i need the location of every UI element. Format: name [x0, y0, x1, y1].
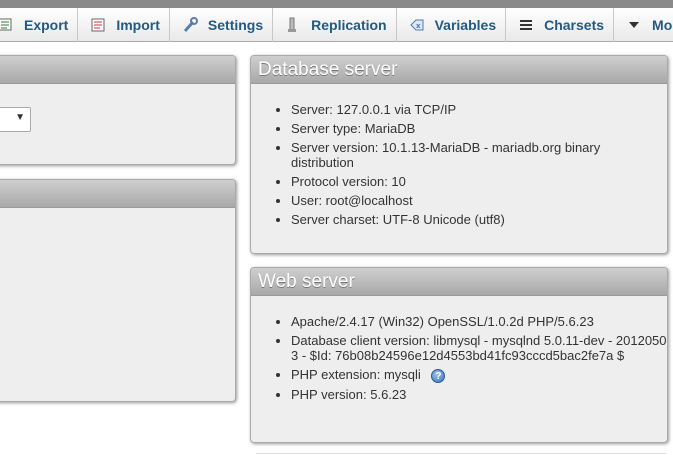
replication-icon: [285, 17, 301, 33]
web-server-panel: Web server Apache/2.4.17 (Win32) OpenSSL…: [250, 267, 668, 443]
top-bar: [0, 0, 673, 8]
list-item: Server: 127.0.0.1 via TCP/IP: [291, 102, 667, 117]
select-dropdown[interactable]: ▼: [0, 107, 31, 132]
main-tabs: Export Import Settings Replication x Var…: [0, 8, 673, 42]
list-item: User: root@localhost: [291, 193, 667, 208]
divider: [256, 453, 666, 454]
chevron-down-icon: ▼: [15, 112, 25, 123]
list-item: Protocol version: 10: [291, 174, 667, 189]
tab-label: Settings: [207, 17, 264, 33]
import-icon: [90, 17, 106, 33]
charsets-icon: [518, 17, 534, 33]
tab-settings[interactable]: Settings: [170, 8, 274, 42]
list-item: Database client version: libmysql - mysq…: [291, 333, 667, 363]
database-server-panel: Database server Server: 127.0.0.1 via TC…: [250, 55, 668, 254]
tab-label: Variables: [434, 17, 497, 33]
php-extension-text: PHP extension: mysqli: [291, 367, 421, 382]
panel-header: [0, 56, 235, 84]
tab-export[interactable]: Export: [0, 8, 79, 42]
list-item: Server version: 10.1.13-MariaDB - mariad…: [291, 140, 667, 170]
web-server-list: Apache/2.4.17 (Win32) OpenSSL/1.0.2d PHP…: [251, 314, 667, 402]
export-icon: [0, 17, 14, 33]
list-item: Apache/2.4.17 (Win32) OpenSSL/1.0.2d PHP…: [291, 314, 667, 329]
panel-header: [0, 180, 235, 208]
panel-title: Database server: [251, 56, 667, 84]
tab-charsets[interactable]: Charsets: [506, 8, 615, 42]
list-item: Server type: MariaDB: [291, 121, 667, 136]
variables-icon: x: [409, 17, 425, 33]
tab-label: Import: [116, 17, 160, 33]
tab-label: More: [652, 17, 673, 33]
svg-text:x: x: [416, 22, 421, 30]
tab-variables[interactable]: x Variables: [397, 8, 507, 42]
list-item: Server charset: UTF-8 Unicode (utf8): [291, 212, 667, 227]
panel-title: Web server: [251, 268, 667, 296]
triangle-down-icon: [626, 17, 642, 33]
tab-import[interactable]: Import: [78, 8, 170, 42]
tab-label: Export: [24, 17, 69, 33]
help-icon[interactable]: ?: [431, 368, 446, 383]
left-panel-top: [0, 55, 236, 165]
tab-replication[interactable]: Replication: [273, 8, 397, 42]
database-server-list: Server: 127.0.0.1 via TCP/IP Server type…: [251, 102, 667, 227]
tab-label: Replication: [311, 17, 387, 33]
wrench-icon: [182, 17, 198, 33]
tab-label: Charsets: [544, 17, 605, 33]
list-item: PHP extension: mysqli ?: [291, 367, 667, 383]
list-item: PHP version: 5.6.23: [291, 387, 667, 402]
left-panel-bottom: [0, 179, 236, 402]
tab-more[interactable]: More: [614, 8, 673, 42]
